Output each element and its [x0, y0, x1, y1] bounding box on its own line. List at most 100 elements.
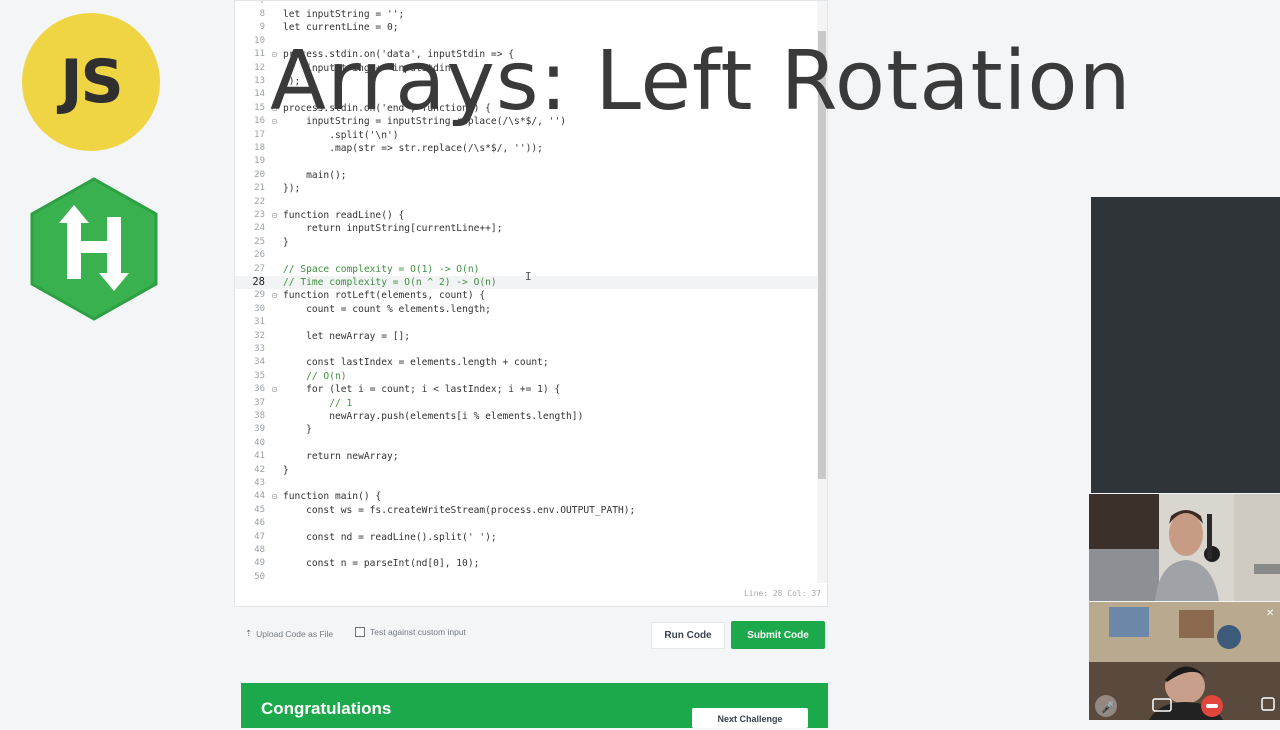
- code-line[interactable]: 18 .map(str => str.replace(/\s*$/, ''));: [235, 142, 819, 155]
- code-line[interactable]: 26: [235, 249, 819, 262]
- line-number: 33: [254, 344, 265, 354]
- line-number: 19: [254, 156, 265, 167]
- fold-toggle-icon[interactable]: ⊟: [272, 383, 280, 396]
- upload-code-link[interactable]: ⇡ Upload Code as File: [245, 628, 333, 639]
- code-text: const lastIndex = elements.length + coun…: [283, 357, 549, 369]
- upload-icon: ⇡: [245, 628, 253, 638]
- code-line[interactable]: 43: [235, 477, 819, 490]
- line-number: 25: [254, 236, 265, 247]
- code-line[interactable]: 34 const lastIndex = elements.length + c…: [235, 356, 819, 369]
- line-number: 10: [254, 35, 265, 46]
- code-line[interactable]: 31: [235, 316, 819, 329]
- line-number: 26: [254, 250, 265, 261]
- cursor-position-status: Line: 28 Col: 37: [743, 589, 821, 598]
- code-line[interactable]: 36 ⊟ for (let i = count; i < lastIndex; i…: [235, 383, 819, 396]
- line-number: 13: [254, 76, 265, 86]
- submit-code-button[interactable]: Submit Code: [731, 621, 825, 649]
- code-line[interactable]: 21});: [235, 182, 819, 195]
- code-line[interactable]: 23 ⊟ function readLine() {: [235, 209, 819, 222]
- line-number: 16: [254, 116, 265, 127]
- congratulations-banner: Congratulations Next Challenge: [241, 683, 828, 728]
- video-call-panel: [1091, 197, 1280, 493]
- line-number: 47: [254, 531, 265, 542]
- code-text: // O(n): [283, 370, 347, 382]
- code-line[interactable]: 47 const nd = readLine().split(' ');: [235, 531, 819, 544]
- line-number: 35: [254, 370, 265, 381]
- code-text: for (let i = count; i < lastIndex; i += …: [283, 384, 561, 396]
- code-line[interactable]: 24 return inputString[currentLine++];: [235, 222, 819, 235]
- code-line[interactable]: 46: [235, 517, 819, 530]
- line-number: 31: [254, 317, 265, 328]
- code-text: const nd = readLine().split(' ');: [283, 531, 497, 543]
- code-line[interactable]: 25}: [235, 236, 819, 249]
- webcam-feed-top: [1089, 494, 1280, 601]
- code-line[interactable]: 30 count = count % elements.length;: [235, 303, 819, 316]
- code-line[interactable]: 42}: [235, 464, 819, 477]
- code-line[interactable]: 40: [235, 437, 819, 450]
- code-line[interactable]: 45 const ws = fs.createWriteStream(proce…: [235, 504, 819, 517]
- congratulations-title: Congratulations: [261, 699, 392, 718]
- code-line[interactable]: 8 let inputString = '';: [235, 8, 819, 21]
- line-number: 28: [252, 276, 265, 288]
- line-number: 48: [254, 545, 265, 555]
- line-number: 32: [254, 330, 265, 341]
- code-text: count = count % elements.length;: [283, 303, 491, 315]
- code-line[interactable]: 22: [235, 196, 819, 209]
- code-text: // Time complexity = O(n ^ 2) -> O(n): [283, 277, 497, 288]
- code-line[interactable]: 37 // 1: [235, 397, 819, 410]
- code-line[interactable]: 20 main();: [235, 169, 819, 182]
- code-text: // 1: [283, 397, 353, 409]
- line-number: 41: [254, 451, 265, 462]
- line-number: 49: [254, 558, 265, 569]
- next-challenge-button[interactable]: Next Challenge: [692, 708, 808, 728]
- line-number: 23: [254, 210, 265, 220]
- code-line[interactable]: 44 ⊟ function main() {: [235, 490, 819, 503]
- code-line[interactable]: 33: [235, 343, 819, 356]
- code-text: });: [283, 183, 301, 195]
- line-number: 44: [254, 491, 265, 502]
- line-number: 34: [254, 357, 265, 368]
- code-line[interactable]: 35 // O(n): [235, 370, 819, 383]
- line-number: 12: [254, 62, 265, 73]
- fold-toggle-icon[interactable]: ⊟: [272, 289, 280, 302]
- code-line[interactable]: 38 newArray.push(elements[i % elements.l…: [235, 410, 819, 423]
- code-line[interactable]: 29 ⊟ function rotLeft(elements, count) {: [235, 289, 819, 302]
- code-text: function readLine() {: [283, 210, 405, 221]
- code-text: }: [283, 236, 289, 248]
- code-line[interactable]: 19: [235, 155, 819, 168]
- line-number: 30: [254, 303, 265, 314]
- code-text: .map(str => str.replace(/\s*$/, ''));: [283, 143, 543, 154]
- code-line[interactable]: 39 }: [235, 423, 819, 436]
- line-number: 27: [254, 263, 265, 274]
- javascript-logo: JS: [22, 13, 160, 151]
- code-line[interactable]: 7: [235, 1, 819, 8]
- code-line[interactable]: 41 return newArray;: [235, 450, 819, 463]
- line-number: 38: [254, 411, 265, 421]
- line-number: 7: [235, 1, 265, 8]
- fold-toggle-icon[interactable]: ⊟: [272, 209, 280, 222]
- fold-toggle-icon[interactable]: ⊟: [272, 490, 280, 503]
- custom-input-checkbox[interactable]: [355, 627, 365, 637]
- line-number: 11: [254, 49, 265, 60]
- code-text: main();: [283, 169, 347, 181]
- code-text: let newArray = [];: [283, 330, 411, 342]
- code-line[interactable]: 48: [235, 544, 819, 557]
- run-code-button[interactable]: Run Code: [651, 622, 725, 649]
- line-number: 50: [254, 571, 265, 582]
- code-line[interactable]: 49 const n = parseInt(nd[0], 10);: [235, 557, 819, 570]
- line-number: 9: [259, 22, 265, 33]
- upload-label: Upload Code as File: [256, 628, 334, 639]
- custom-input-toggle[interactable]: Test against custom input: [355, 627, 466, 637]
- code-line[interactable]: 50: [235, 571, 819, 583]
- code-line[interactable]: 32 let newArray = [];: [235, 330, 819, 343]
- code-text: }: [283, 424, 312, 436]
- line-number: 14: [254, 89, 265, 100]
- line-number: 8: [259, 9, 265, 19]
- code-text: function main() {: [283, 491, 382, 503]
- code-text: const n = parseInt(nd[0], 10);: [283, 558, 480, 570]
- code-text: }: [283, 464, 289, 476]
- line-number: 39: [254, 424, 265, 435]
- line-number: 24: [254, 223, 265, 234]
- line-number: 21: [254, 183, 265, 194]
- line-number: 37: [254, 397, 265, 408]
